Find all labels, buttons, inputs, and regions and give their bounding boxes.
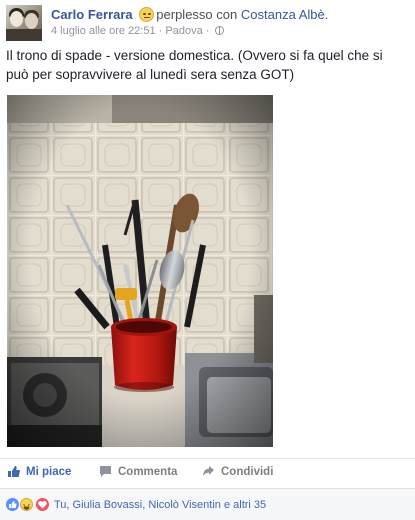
meta-separator: · bbox=[158, 25, 163, 37]
like-button[interactable]: Mi piace bbox=[7, 465, 71, 481]
share-button[interactable]: Condividi bbox=[202, 465, 273, 481]
comment-icon bbox=[99, 465, 112, 481]
globe-icon[interactable] bbox=[215, 26, 225, 35]
post-timestamp[interactable]: 4 luglio alle ore 22:51 bbox=[51, 25, 156, 37]
thumbs-up-icon bbox=[7, 465, 20, 481]
post-text: Il trono di spade - versione domestica. … bbox=[6, 48, 383, 82]
love-reaction-icon[interactable] bbox=[36, 498, 49, 511]
post-header: Carlo Ferrara perplesso con Costanza Alb… bbox=[0, 0, 415, 41]
meta-separator-2: · bbox=[205, 25, 210, 37]
with-word: con bbox=[216, 7, 238, 22]
post-actions-bar: Mi piace Commenta Condividi bbox=[0, 458, 415, 488]
comment-label: Commenta bbox=[118, 466, 178, 478]
tagged-person[interactable]: Costanza Albè. bbox=[241, 7, 328, 22]
share-label: Condividi bbox=[221, 466, 274, 478]
comment-button[interactable]: Commenta bbox=[99, 465, 177, 481]
reactions-summary: Tu, Giulia Bovassi, Nicolò Visentin e al… bbox=[0, 488, 415, 520]
feeling-text: perplesso bbox=[156, 7, 213, 22]
like-label: Mi piace bbox=[26, 466, 72, 478]
post-meta: 4 luglio alle ore 22:51 · Padova · bbox=[51, 25, 225, 38]
post-location[interactable]: Padova bbox=[165, 25, 202, 37]
kitchen-photo-image bbox=[7, 95, 273, 447]
feeling-face-icon bbox=[139, 7, 155, 22]
haha-reaction-icon[interactable] bbox=[20, 498, 33, 511]
post-title-line: Carlo Ferrara perplesso con Costanza Alb… bbox=[51, 6, 328, 23]
author-name[interactable]: Carlo Ferrara bbox=[51, 7, 133, 22]
share-arrow-icon bbox=[202, 465, 215, 481]
reactions-names[interactable]: Tu, Giulia Bovassi, Nicolò Visentin e al… bbox=[54, 499, 266, 511]
author-avatar[interactable] bbox=[6, 5, 42, 41]
post-photo[interactable] bbox=[7, 95, 273, 447]
like-reaction-icon[interactable] bbox=[6, 498, 19, 511]
